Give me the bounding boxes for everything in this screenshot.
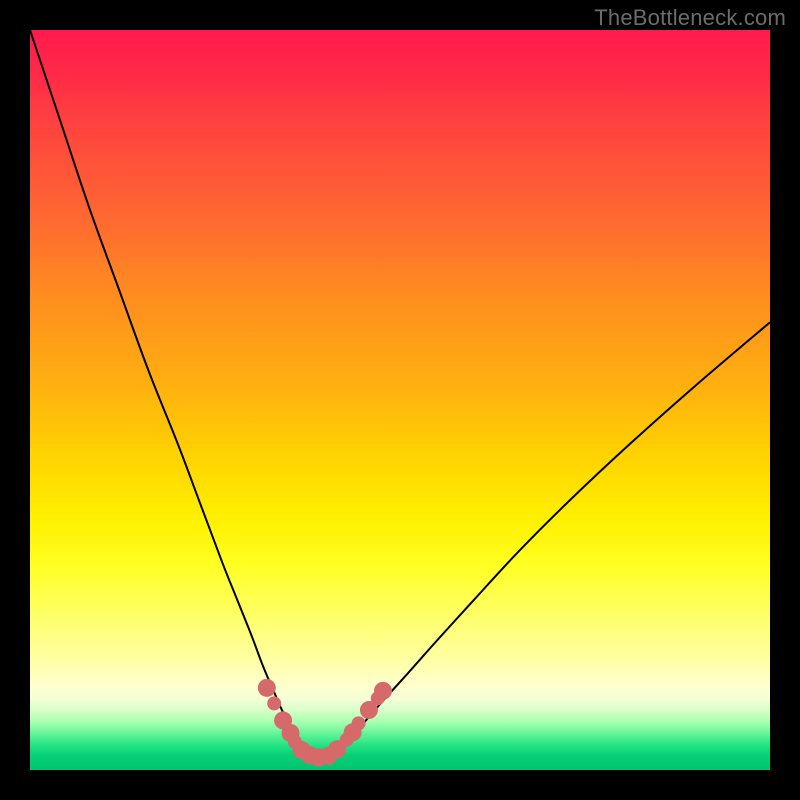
watermark-text: TheBottleneck.com [594, 5, 786, 31]
chart-frame: TheBottleneck.com [0, 0, 800, 800]
plot-area [30, 30, 770, 770]
heat-gradient [30, 30, 770, 770]
